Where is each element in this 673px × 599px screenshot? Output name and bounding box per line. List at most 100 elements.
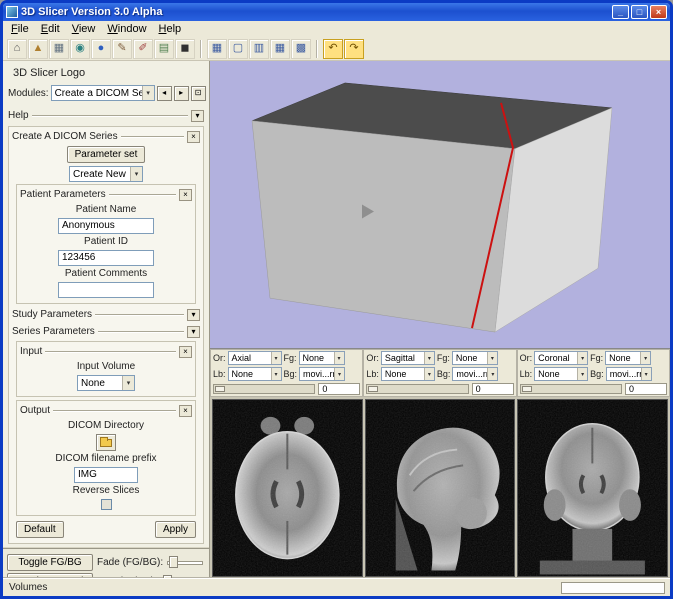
dicom-directory-label: DICOM Directory: [68, 420, 144, 431]
input-volume-combo[interactable]: None ▾: [77, 375, 135, 391]
slice-offset-value[interactable]: 0: [318, 383, 360, 395]
slice-offset-slider: 0: [366, 383, 513, 395]
fiducials-module-icon[interactable]: ●: [91, 39, 111, 59]
background-combo[interactable]: movi...rrd ▾: [452, 367, 498, 381]
slice-view-sagittal[interactable]: [365, 399, 516, 577]
orientation-combo[interactable]: Axial ▾: [228, 351, 282, 365]
undo-icon[interactable]: ↶: [323, 39, 343, 59]
minimize-button[interactable]: _: [612, 5, 629, 19]
parameter-set-button[interactable]: Parameter set: [67, 146, 146, 163]
volumes-module-icon[interactable]: ▦: [49, 39, 69, 59]
patient-id-field[interactable]: 123456: [58, 250, 154, 266]
chevron-down-icon[interactable]: ▾: [271, 352, 281, 364]
default-button[interactable]: Default: [16, 521, 64, 538]
modules-combo[interactable]: Create a DICOM Series ▾: [51, 85, 155, 101]
slider-thumb[interactable]: [163, 575, 172, 578]
label-combo[interactable]: None ▾: [228, 367, 282, 381]
layout-3d-only-icon[interactable]: ▢: [228, 39, 248, 59]
chevron-down-icon[interactable]: ▾: [487, 368, 497, 380]
dicom-directory-button[interactable]: [96, 434, 116, 451]
reverse-slices-row: Reverse Slices: [23, 485, 189, 510]
patient-comments-field[interactable]: [58, 282, 154, 298]
patient-name-field[interactable]: Anonymous: [58, 218, 154, 234]
slice-view-axial[interactable]: [212, 399, 363, 577]
measurements-module-icon[interactable]: ✐: [133, 39, 153, 59]
chevron-down-icon[interactable]: ▾: [577, 352, 587, 364]
orientation-combo[interactable]: Sagittal ▾: [381, 351, 435, 365]
label-combo[interactable]: None ▾: [381, 367, 435, 381]
chevron-down-icon[interactable]: ▾: [122, 376, 134, 390]
module-history-button[interactable]: ⊡: [191, 86, 206, 101]
toggle-fgbg-button[interactable]: Toggle FG/BG: [7, 554, 93, 571]
dicom-directory-row: DICOM Directory: [23, 420, 189, 451]
menu-help[interactable]: Help: [153, 23, 188, 35]
series-collapse-button[interactable]: ▾: [187, 326, 200, 338]
output-frame-close-button[interactable]: ×: [179, 405, 192, 417]
status-bar: Volumes: [3, 578, 670, 596]
slider-thumb[interactable]: [522, 386, 532, 392]
layout-four-up-icon[interactable]: ▥: [249, 39, 269, 59]
slider-thumb[interactable]: [368, 386, 378, 392]
or-label: Or:: [520, 353, 533, 363]
chevron-down-icon[interactable]: ▾: [641, 368, 651, 380]
label-combo[interactable]: None ▾: [534, 367, 588, 381]
chevron-down-icon[interactable]: ▾: [487, 352, 497, 364]
orientation-combo[interactable]: Coronal ▾: [534, 351, 588, 365]
slider-thumb[interactable]: [215, 386, 225, 392]
chevron-down-icon[interactable]: ▾: [424, 352, 434, 364]
foreground-combo[interactable]: None ▾: [299, 351, 345, 365]
layout-lightbox-icon[interactable]: ▩: [291, 39, 311, 59]
layout-tabbed-icon[interactable]: ▦: [270, 39, 290, 59]
patient-frame-close-button[interactable]: ×: [179, 189, 192, 201]
close-button[interactable]: ×: [650, 5, 667, 19]
opacity-slider[interactable]: [161, 575, 203, 578]
layout-conventional-icon[interactable]: ▦: [207, 39, 227, 59]
study-collapse-button[interactable]: ▾: [187, 309, 200, 321]
chevron-down-icon[interactable]: ▾: [640, 352, 650, 364]
module-prev-button[interactable]: ◂: [157, 86, 172, 101]
chevron-down-icon[interactable]: ▾: [130, 167, 142, 181]
module-next-button[interactable]: ▸: [174, 86, 189, 101]
foreground-combo[interactable]: None ▾: [452, 351, 498, 365]
slice-view-coronal[interactable]: [517, 399, 668, 577]
home-icon[interactable]: ⌂: [7, 39, 27, 59]
slider-groove[interactable]: [213, 384, 315, 394]
slider-groove[interactable]: [520, 384, 622, 394]
chevron-down-icon[interactable]: ▾: [424, 368, 434, 380]
view-3d[interactable]: [210, 61, 670, 349]
slider-groove[interactable]: [366, 384, 468, 394]
chevron-down-icon[interactable]: ▾: [577, 368, 587, 380]
slice-offset-value[interactable]: 0: [625, 383, 667, 395]
maximize-button[interactable]: □: [631, 5, 648, 19]
dicom-prefix-field[interactable]: IMG: [74, 467, 138, 483]
input-volume-value: None: [78, 378, 122, 389]
background-combo[interactable]: movi...rrd ▾: [299, 367, 345, 381]
chevron-down-icon[interactable]: ▾: [271, 368, 281, 380]
menu-window[interactable]: Window: [101, 23, 152, 35]
screen-capture-icon[interactable]: ◼: [175, 39, 195, 59]
background-value: movi...rrd: [607, 369, 641, 379]
chevron-down-icon[interactable]: ▾: [334, 368, 344, 380]
colors-module-icon[interactable]: ▤: [154, 39, 174, 59]
slider-thumb[interactable]: [169, 556, 178, 568]
modules-combo-value: Create a DICOM Series: [52, 88, 142, 99]
foreground-combo[interactable]: None ▾: [605, 351, 651, 365]
menu-view[interactable]: View: [66, 23, 102, 35]
data-module-icon[interactable]: ▲: [28, 39, 48, 59]
slice-offset-value[interactable]: 0: [472, 383, 514, 395]
help-collapse-button[interactable]: ▾: [191, 110, 204, 122]
chevron-down-icon[interactable]: ▾: [334, 352, 344, 364]
frame-close-button[interactable]: ×: [187, 131, 200, 143]
models-module-icon[interactable]: ◉: [70, 39, 90, 59]
background-combo[interactable]: movi...rrd ▾: [606, 367, 652, 381]
apply-button[interactable]: Apply: [155, 521, 196, 538]
input-frame-close-button[interactable]: ×: [179, 346, 192, 358]
menu-file[interactable]: File: [5, 23, 35, 35]
redo-icon[interactable]: ↷: [344, 39, 364, 59]
editor-module-icon[interactable]: ✎: [112, 39, 132, 59]
chevron-down-icon[interactable]: ▾: [142, 86, 154, 100]
reverse-slices-checkbox[interactable]: [101, 499, 112, 510]
parameter-set-combo[interactable]: Create New ▾: [69, 166, 143, 182]
fade-slider[interactable]: [167, 556, 203, 569]
menu-edit[interactable]: Edit: [35, 23, 66, 35]
